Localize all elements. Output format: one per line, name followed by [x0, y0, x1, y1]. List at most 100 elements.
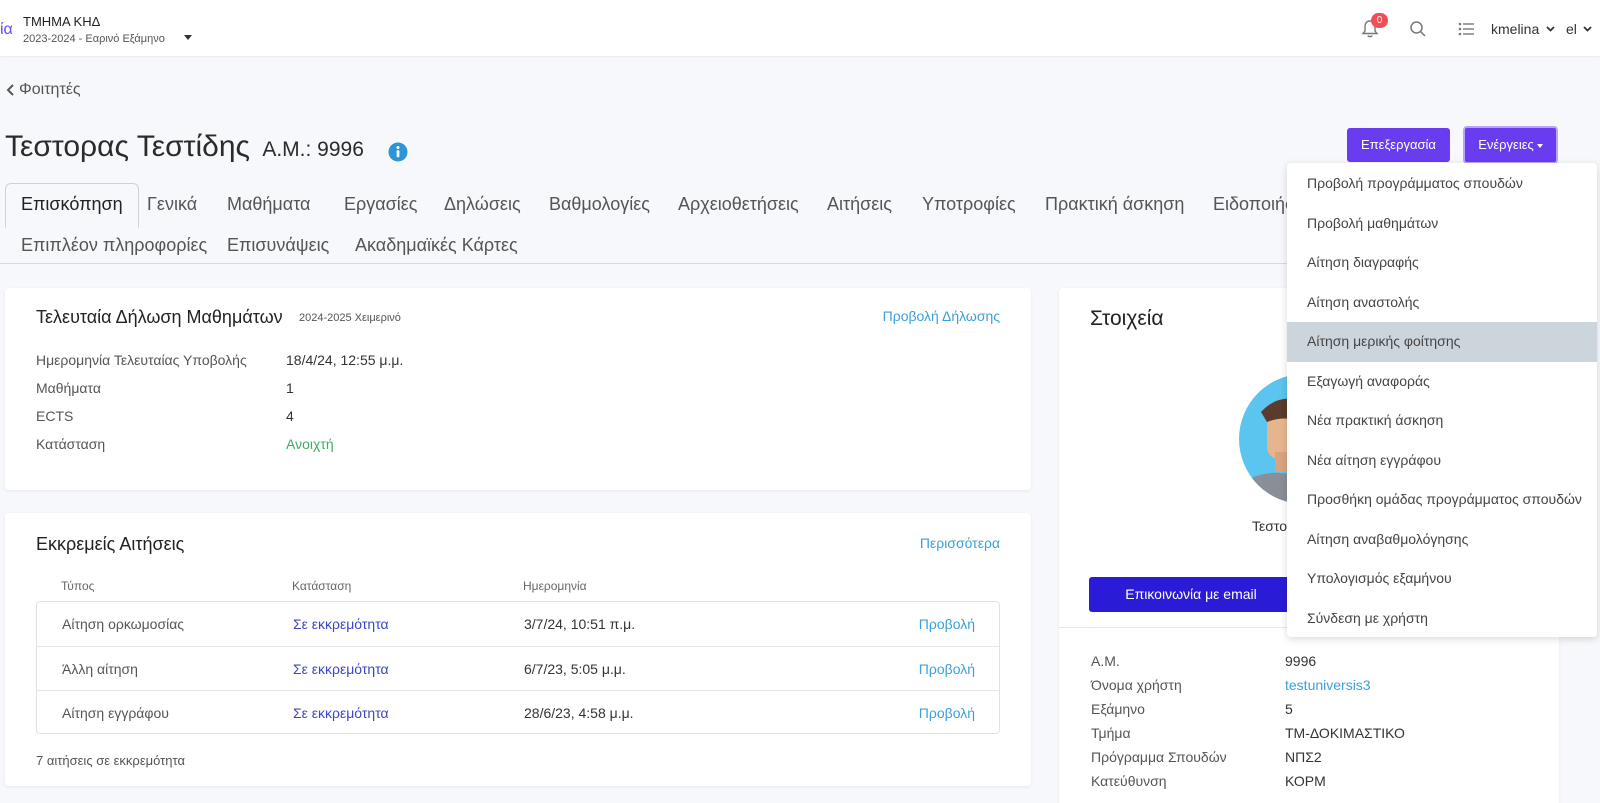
student-am: Α.Μ.: 9996: [262, 138, 364, 161]
details-title: Στοιχεία: [1090, 307, 1164, 330]
student-name-label: Τεστο: [1252, 518, 1288, 534]
tab-courses[interactable]: Μαθήματα: [227, 194, 310, 215]
search-icon[interactable]: [1409, 20, 1427, 38]
tab-grades[interactable]: Βαθμολογίες: [549, 194, 650, 215]
field-label: Κατάσταση: [36, 436, 106, 452]
menu-item-deletion-request[interactable]: Αίτηση διαγραφής: [1287, 243, 1597, 283]
caret-down-icon[interactable]: [184, 35, 192, 40]
column-header-type[interactable]: Τύπος: [61, 579, 94, 593]
field-label: Ημερομηνία Τελευταίας Υποβολής: [36, 352, 247, 368]
last-declaration-card: Τελευταία Δήλωση Μαθημάτων 2024-2025 Χει…: [5, 288, 1031, 490]
detail-label: Τμήμα: [1091, 725, 1131, 741]
tab-requests[interactable]: Αιτήσεις: [827, 194, 892, 215]
tab-archives[interactable]: Αρχειοθετήσεις: [678, 194, 799, 215]
request-date: 6/7/23, 5:05 μ.μ.: [524, 661, 626, 677]
detail-label: Α.Μ.: [1091, 653, 1120, 669]
more-link[interactable]: Περισσότερα: [920, 535, 1000, 551]
menu-item-new-document-request[interactable]: Νέα αίτηση εγγράφου: [1287, 441, 1597, 481]
menu-item-export-report[interactable]: Εξαγωγή αναφοράς: [1287, 362, 1597, 402]
tab-notifications[interactable]: Ειδοποιήσ: [1213, 194, 1296, 215]
chevron-down-icon[interactable]: [1546, 24, 1555, 33]
menu-item-add-program-group[interactable]: Προσθήκη ομάδας προγράμματος σπουδών: [1287, 480, 1597, 520]
pending-requests-title: Εκκρεμείς Αιτήσεις: [36, 534, 185, 554]
column-header-status[interactable]: Κατάσταση: [292, 579, 351, 593]
tab-internship[interactable]: Πρακτική άσκηση: [1045, 194, 1184, 215]
menu-item-view-study-program[interactable]: Προβολή προγράμματος σπουδών: [1287, 164, 1597, 204]
pending-requests-table: Αίτηση ορκωμοσίας Σε εκκρεμότητα 3/7/24,…: [36, 601, 1000, 734]
actions-dropdown-button[interactable]: Ενέργειες: [1463, 126, 1558, 164]
chevron-left-icon: [6, 84, 14, 96]
last-declaration-period: 2024-2025 Χειμερινό: [299, 312, 401, 324]
username-link[interactable]: testuniversis3: [1285, 677, 1371, 693]
edit-button[interactable]: Επεξεργασία: [1347, 128, 1450, 162]
request-type: Αίτηση εγγράφου: [62, 705, 169, 721]
detail-label: Κατεύθυνση: [1091, 773, 1167, 789]
language-selector[interactable]: el: [1566, 21, 1577, 37]
detail-label: Εξάμηνο: [1091, 701, 1145, 717]
menu-item-new-internship[interactable]: Νέα πρακτική άσκηση: [1287, 401, 1597, 441]
tab-declarations[interactable]: Δηλώσεις: [444, 194, 521, 215]
request-type: Άλλη αίτηση: [62, 661, 138, 677]
table-row: Αίτηση ορκωμοσίας Σε εκκρεμότητα 3/7/24,…: [37, 602, 999, 646]
ects-value: 4: [286, 408, 294, 424]
tab-extra-info[interactable]: Επιπλέον πληροφορίες: [21, 235, 207, 256]
email-contact-button[interactable]: Επικοινωνία με email: [1089, 577, 1293, 612]
declaration-status: Ανοιχτή: [286, 436, 334, 452]
last-submission-date: 18/4/24, 12:55 μ.μ.: [286, 352, 404, 368]
field-label: ECTS: [36, 408, 74, 424]
detail-program-value: ΝΠΣ2: [1285, 749, 1322, 765]
view-declaration-link[interactable]: Προβολή Δήλωσης: [883, 308, 1000, 324]
menu-item-part-time-request[interactable]: Αίτηση μερικής φοίτησης: [1287, 322, 1597, 362]
view-request-link[interactable]: Προβολή: [919, 705, 975, 721]
detail-label: Πρόγραμμα Σπουδών: [1091, 749, 1227, 765]
tab-assignments[interactable]: Εργασίες: [344, 194, 417, 215]
courses-count: 1: [286, 380, 294, 396]
list-icon[interactable]: [1458, 21, 1476, 37]
table-row: Αίτηση εγγράφου Σε εκκρεμότητα 28/6/23, …: [37, 690, 999, 734]
menu-item-regrade-request[interactable]: Αίτηση αναβαθμολόγησης: [1287, 520, 1597, 560]
tabs-divider: [0, 263, 1290, 264]
menu-item-link-user[interactable]: Σύνδεση με χρήστη: [1287, 599, 1597, 639]
last-declaration-title: Τελευταία Δήλωση Μαθημάτων: [36, 307, 283, 327]
request-type: Αίτηση ορκωμοσίας: [62, 616, 185, 632]
tab-academic-cards[interactable]: Ακαδημαϊκές Κάρτες: [355, 235, 518, 256]
menu-item-suspension-request[interactable]: Αίτηση αναστολής: [1287, 283, 1597, 323]
info-icon[interactable]: [388, 142, 408, 162]
notification-badge: 0: [1371, 13, 1388, 28]
actions-menu: Προβολή προγράμματος σπουδών Προβολή μαθ…: [1287, 163, 1597, 637]
tab-attachments[interactable]: Επισυνάψεις: [227, 235, 329, 256]
tab-general[interactable]: Γενικά: [147, 194, 197, 215]
request-date: 28/6/23, 4:58 μ.μ.: [524, 705, 634, 721]
column-header-date[interactable]: Ημερομηνία: [523, 579, 587, 593]
detail-label: Όνομα χρήστη: [1091, 677, 1182, 693]
detail-department-value: ΤΜ-ΔΟΚΙΜΑΣΤΙΚΟ: [1285, 725, 1405, 741]
menu-item-view-courses[interactable]: Προβολή μαθημάτων: [1287, 204, 1597, 244]
user-menu[interactable]: kmelina: [1491, 21, 1539, 37]
term-selector[interactable]: 2023-2024 - Εαρινό Εξάμηνο: [23, 33, 165, 45]
view-request-link[interactable]: Προβολή: [919, 616, 975, 632]
request-status: Σε εκκρεμότητα: [293, 616, 389, 632]
back-link-label: Φοιτητές: [19, 81, 81, 98]
detail-direction-value: ΚΟΡΜ: [1285, 773, 1326, 789]
chevron-down-icon[interactable]: [1583, 24, 1592, 33]
app-logo[interactable]: ία: [0, 21, 13, 39]
pending-requests-card: Εκκρεμείς Αιτήσεις Περισσότερα Τύπος Κατ…: [5, 513, 1031, 786]
student-name: Τεστορας Τεστίδης: [5, 130, 250, 163]
tab-overview[interactable]: Επισκόπηση: [5, 183, 139, 228]
view-request-link[interactable]: Προβολή: [919, 661, 975, 677]
request-date: 3/7/24, 10:51 π.μ.: [524, 616, 636, 632]
request-status: Σε εκκρεμότητα: [293, 705, 389, 721]
table-row: Άλλη αίτηση Σε εκκρεμότητα 6/7/23, 5:05 …: [37, 646, 999, 690]
caret-down-icon: [1536, 143, 1543, 148]
page-title: Τεστορας Τεστίδης Α.Μ.: 9996: [5, 130, 364, 164]
request-status: Σε εκκρεμότητα: [293, 661, 389, 677]
top-bar: ία ΤΜΗΜΑ ΚΗΔ 2023-2024 - Εαρινό Εξάμηνο …: [0, 0, 1600, 56]
tab-scholarships[interactable]: Υποτροφίες: [922, 194, 1016, 215]
pending-count: 7 αιτήσεις σε εκκρεμότητα: [36, 753, 185, 768]
actions-button-label: Ενέργειες: [1478, 137, 1534, 152]
detail-semester-value: 5: [1285, 701, 1293, 717]
department-name[interactable]: ΤΜΗΜΑ ΚΗΔ: [23, 14, 100, 29]
detail-am-value: 9996: [1285, 653, 1317, 669]
back-link[interactable]: Φοιτητές: [5, 81, 81, 99]
menu-item-calculate-semester[interactable]: Υπολογισμός εξαμήνου: [1287, 559, 1597, 599]
